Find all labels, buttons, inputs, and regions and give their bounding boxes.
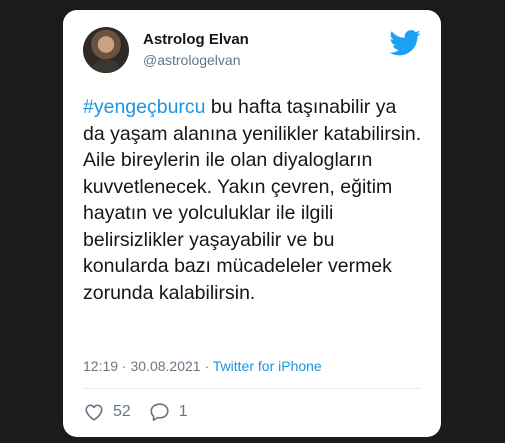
tweet-card: Astrolog Elvan @astrologelvan #yengeçbur… [63, 10, 441, 437]
avatar[interactable] [83, 27, 129, 73]
divider [83, 388, 421, 389]
tweet-actions: 52 1 [83, 400, 206, 424]
like-button[interactable]: 52 [83, 401, 131, 423]
meta-separator-2: · [200, 358, 213, 374]
reply-count: 1 [178, 403, 188, 420]
reply-button[interactable]: 1 [149, 401, 188, 423]
tweet-source-link[interactable]: Twitter for iPhone [213, 358, 322, 374]
twitter-bird-icon[interactable] [389, 30, 421, 56]
tweet-body: bu hafta taşınabilir ya da yaşam alanına… [83, 96, 422, 304]
author-display-name[interactable]: Astrolog Elvan [143, 31, 249, 48]
tweet-date[interactable]: 30.08.2021 [131, 358, 201, 374]
author-handle[interactable]: @astrologelvan [143, 52, 241, 68]
hashtag-link[interactable]: #yengeçburcu [83, 96, 206, 118]
tweet-meta: 12:19 · 30.08.2021 · Twitter for iPhone [83, 358, 322, 374]
tweet-time[interactable]: 12:19 [83, 358, 118, 374]
speech-bubble-icon [150, 403, 169, 422]
meta-separator: · [118, 358, 131, 374]
like-count: 52 [113, 403, 131, 420]
heart-icon [85, 404, 103, 421]
tweet-text: #yengeçburcu bu hafta taşınabilir ya da … [83, 94, 423, 306]
